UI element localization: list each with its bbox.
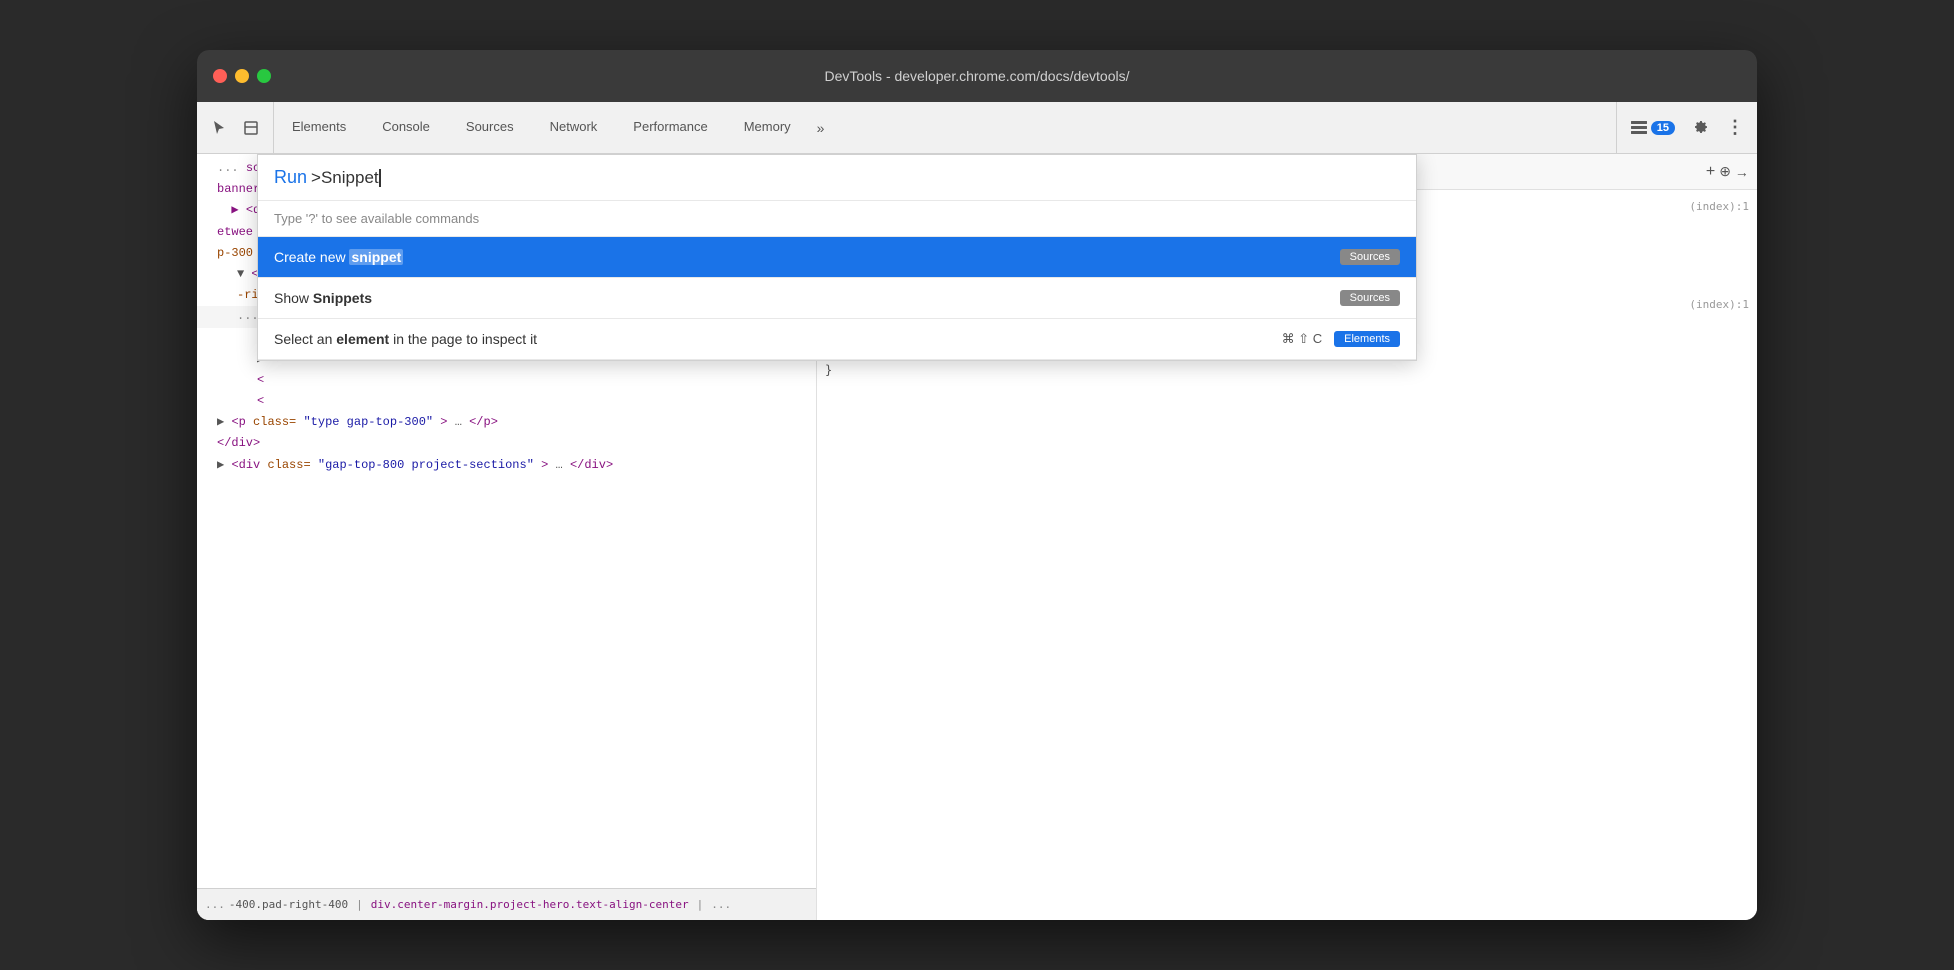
settings-icon[interactable]	[1687, 114, 1715, 142]
tab-performance[interactable]: Performance	[615, 102, 725, 153]
more-tabs-button[interactable]: »	[809, 102, 833, 153]
close-button[interactable]	[213, 69, 227, 83]
minimize-button[interactable]	[235, 69, 249, 83]
command-badge-sources-1: Sources	[1340, 249, 1400, 265]
breadcrumb-item-div[interactable]: div.center-margin.project-hero.text-alig…	[371, 898, 689, 911]
command-menu[interactable]: Run >Snippet Type '?' to see available c…	[257, 154, 1417, 361]
command-cursor	[379, 169, 381, 187]
cursor-icon[interactable]	[205, 114, 233, 142]
command-item-show-snippets[interactable]: Show Snippets Sources	[258, 278, 1416, 319]
window-title: DevTools - developer.chrome.com/docs/dev…	[824, 68, 1129, 84]
breadcrumb-bar: ... -400.pad-right-400 | div.center-marg…	[197, 888, 816, 920]
command-item-text-1: Create new snippet	[274, 249, 1340, 265]
command-shortcut: ⌘ ⇧ C	[1282, 331, 1323, 347]
dock-icon[interactable]	[237, 114, 265, 142]
tab-network[interactable]: Network	[532, 102, 616, 153]
badge-count: 15	[1651, 121, 1675, 135]
breadcrumb-end-dots: ...	[711, 898, 731, 911]
command-input-text: >Snippet	[311, 168, 381, 188]
add-style-rule-icon[interactable]: +	[1706, 163, 1715, 181]
tab-sources[interactable]: Sources	[448, 102, 532, 153]
tab-memory[interactable]: Memory	[726, 102, 809, 153]
window-controls	[213, 69, 271, 83]
refresh-icon[interactable]: ⊕	[1719, 163, 1731, 180]
toolbar-icon-group	[197, 102, 274, 153]
html-line: ▶ <div class= "gap-top-800 project-secti…	[197, 455, 816, 476]
drawer-icon[interactable]: 15	[1625, 114, 1681, 142]
command-run-label: Run	[274, 167, 307, 188]
command-item-text-3: Select an element in the page to inspect…	[274, 331, 1282, 347]
devtools-tabs: Elements Console Sources Network Perform…	[274, 102, 1616, 153]
command-input-row: Run >Snippet	[258, 155, 1416, 201]
html-line: ▶ <p class= "type gap-top-300" > … </p>	[197, 412, 816, 433]
breadcrumb-item[interactable]: -400.pad-right-400	[229, 898, 348, 911]
devtools-container: Elements Console Sources Network Perform…	[197, 102, 1757, 920]
html-line: <	[197, 370, 816, 391]
devtools-window: DevTools - developer.chrome.com/docs/dev…	[197, 50, 1757, 920]
toolbar-right: 15 ⋮	[1616, 102, 1757, 153]
command-item-text-2: Show Snippets	[274, 290, 1340, 306]
breadcrumb-dots: ...	[205, 898, 225, 911]
more-options-icon[interactable]: ⋮	[1721, 114, 1749, 142]
tab-console[interactable]: Console	[364, 102, 448, 153]
html-line: <	[197, 391, 816, 412]
styles-toolbar-right: + ⊕ ←	[1706, 163, 1749, 181]
command-badge-sources-2: Sources	[1340, 290, 1400, 306]
css-source-2: (index):1	[1689, 298, 1749, 311]
command-badge-elements: Elements	[1334, 331, 1400, 347]
command-hint: Type '?' to see available commands	[258, 201, 1416, 237]
devtools-toolbar: Elements Console Sources Network Perform…	[197, 102, 1757, 154]
html-line: </div>	[197, 433, 816, 454]
maximize-button[interactable]	[257, 69, 271, 83]
titlebar: DevTools - developer.chrome.com/docs/dev…	[197, 50, 1757, 102]
main-content: ... score banner ▶ <div etwee p-300	[197, 154, 1757, 920]
navigate-icon[interactable]: ←	[1735, 164, 1749, 180]
command-item-select-element[interactable]: Select an element in the page to inspect…	[258, 319, 1416, 360]
css-source: (index):1	[1689, 200, 1749, 213]
tab-elements[interactable]: Elements	[274, 102, 364, 153]
command-item-create-snippet[interactable]: Create new snippet Sources	[258, 237, 1416, 278]
